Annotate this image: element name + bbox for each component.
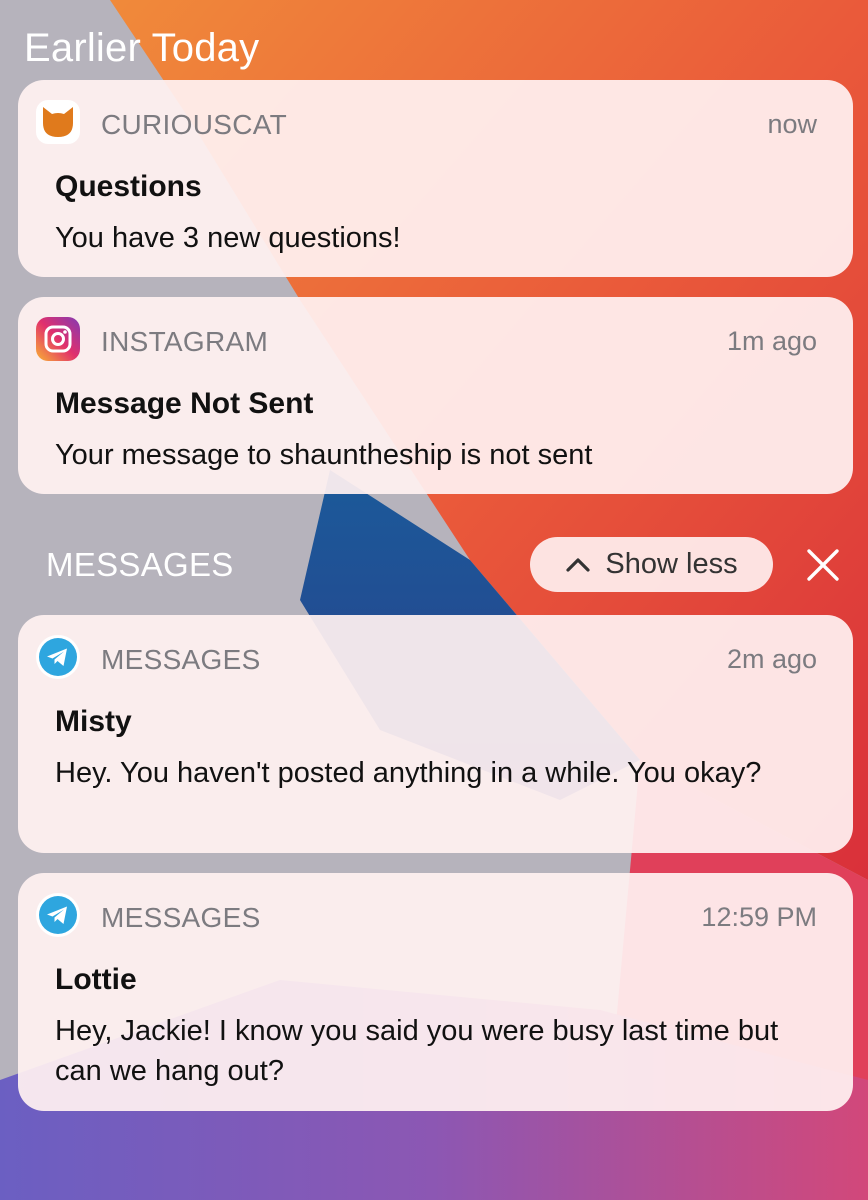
- notification-body: Your message to shauntheship is not sent: [55, 439, 593, 471]
- instagram-icon: [36, 317, 80, 361]
- notification-body: You have 3 new questions!: [55, 222, 401, 254]
- notification-body: Hey. You haven't posted anything in a wh…: [55, 757, 762, 789]
- notification-title: Message Not Sent: [55, 387, 314, 420]
- show-less-button[interactable]: Show less: [530, 537, 773, 592]
- notification-curiouscat[interactable]: CURIOUSCAT now Questions You have 3 new …: [18, 80, 853, 277]
- notification-message-misty[interactable]: MESSAGES 2m ago Misty Hey. You haven't p…: [18, 615, 853, 853]
- section-title: Earlier Today: [24, 26, 260, 70]
- notification-title: Questions: [55, 170, 202, 203]
- notification-title: Misty: [55, 705, 132, 738]
- app-name: MESSAGES: [101, 644, 261, 675]
- timestamp: now: [767, 109, 817, 139]
- timestamp: 1m ago: [726, 326, 817, 356]
- telegram-icon: [36, 635, 80, 679]
- notification-instagram[interactable]: INSTAGRAM 1m ago Message Not Sent Your m…: [18, 297, 853, 494]
- app-name: INSTAGRAM: [101, 326, 269, 357]
- group-header: MESSAGES: [46, 546, 234, 583]
- chevron-up-icon: [565, 557, 591, 573]
- app-name: CURIOUSCAT: [101, 109, 288, 140]
- close-icon: [807, 549, 839, 581]
- show-less-label: Show less: [605, 548, 738, 580]
- telegram-icon: [36, 893, 80, 937]
- notification-title: Lottie: [55, 963, 137, 996]
- timestamp: 2m ago: [726, 644, 817, 674]
- app-name: MESSAGES: [101, 902, 261, 933]
- close-group-button[interactable]: [803, 545, 843, 585]
- curiouscat-icon: [36, 100, 80, 144]
- timestamp: 12:59 PM: [701, 902, 817, 932]
- notification-body: Hey, Jackie! I know you said you were bu…: [55, 1015, 779, 1087]
- notification-message-lottie[interactable]: MESSAGES 12:59 PM Lottie Hey, Jackie! I …: [18, 873, 853, 1111]
